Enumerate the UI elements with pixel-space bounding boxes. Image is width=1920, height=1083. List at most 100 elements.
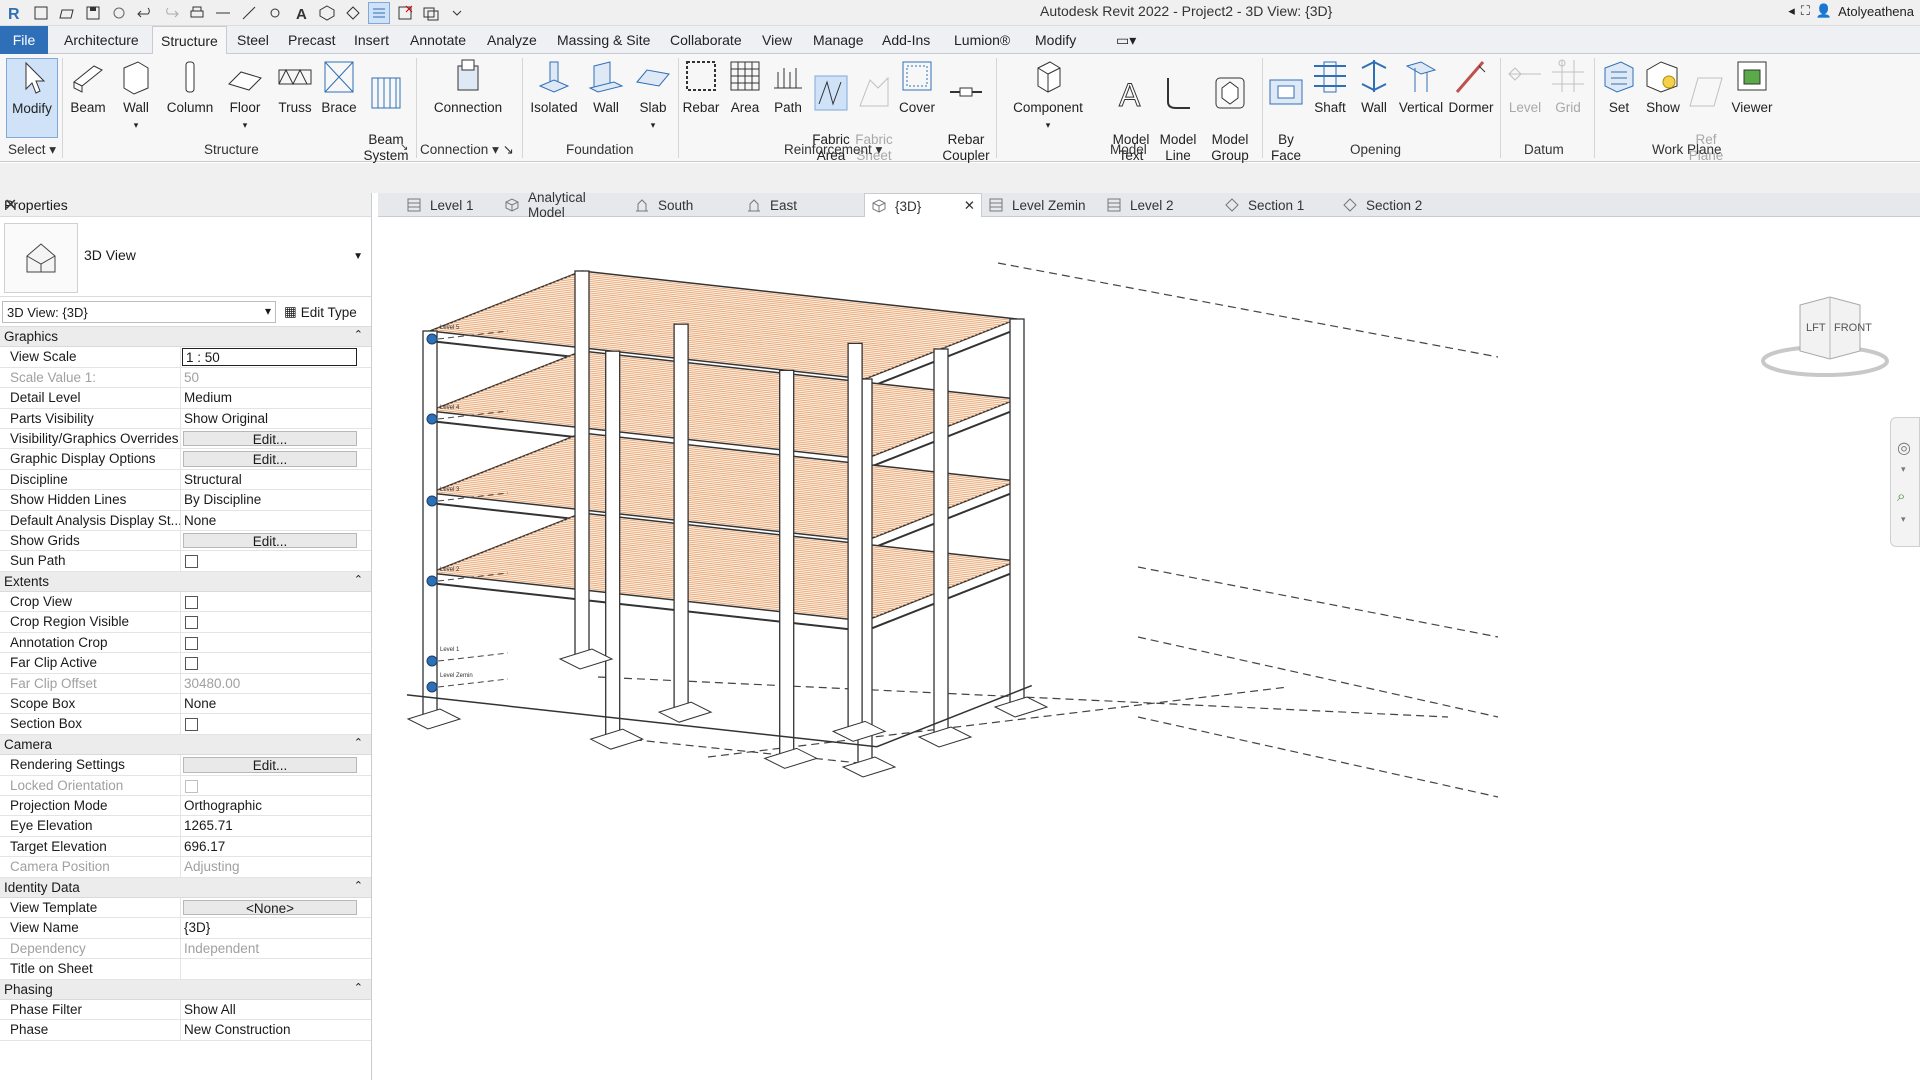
print-icon[interactable] xyxy=(186,2,208,24)
close-icon[interactable]: ✕ xyxy=(4,195,365,215)
tab-collaborate[interactable]: Collaborate xyxy=(662,26,750,54)
view-tab[interactable]: Level 1 xyxy=(400,193,496,217)
property-value[interactable] xyxy=(181,653,371,672)
slab-button[interactable]: Slab ▾ xyxy=(630,58,676,133)
tab-precast[interactable]: Precast xyxy=(280,26,343,54)
property-value[interactable]: None xyxy=(181,511,371,530)
property-group-header[interactable]: Camera ⌃ xyxy=(0,734,371,756)
collapse-icon[interactable]: ⌃ xyxy=(354,573,363,586)
property-value[interactable]: New Construction xyxy=(181,1020,371,1039)
shaft-button[interactable]: Shaft xyxy=(1308,58,1352,116)
model-line-button[interactable]: Model Line xyxy=(1156,58,1200,164)
tab-insert[interactable]: Insert xyxy=(346,26,397,54)
view-tab[interactable]: Analytical Model xyxy=(498,190,626,220)
property-value[interactable]: Show All xyxy=(181,1000,371,1019)
rebar-coupler-button[interactable]: Rebar Coupler xyxy=(940,58,992,164)
property-value[interactable]: None xyxy=(181,694,371,713)
property-edit-button[interactable]: <None> xyxy=(183,899,357,916)
view-tab[interactable]: Level Zemin xyxy=(982,193,1098,217)
view-tab[interactable]: Section 2 xyxy=(1336,193,1452,217)
structural-model-3d[interactable]: Level 5 Level 4 Level 3 Level 2 Level 1 Level… xyxy=(378,217,1920,1080)
thin-lines-icon[interactable] xyxy=(368,2,390,24)
viewer-button[interactable]: Viewer xyxy=(1728,58,1776,116)
redo-icon[interactable] xyxy=(160,2,182,24)
viewcube-left-face[interactable]: LFT xyxy=(1806,322,1826,334)
property-input[interactable]: 1 : 50 xyxy=(182,348,357,366)
cover-button[interactable]: Cover xyxy=(896,58,938,116)
home-icon[interactable] xyxy=(30,2,52,24)
floor-button[interactable]: Floor ▾ xyxy=(222,58,268,133)
instance-selector[interactable]: 3D View: {3D} xyxy=(2,301,276,323)
view-tab[interactable]: Level 2 xyxy=(1100,193,1216,217)
collapse-icon[interactable]: ⌃ xyxy=(354,981,363,994)
property-value[interactable] xyxy=(181,959,371,978)
set-button[interactable]: Set xyxy=(1598,58,1640,116)
property-value[interactable] xyxy=(181,612,371,631)
dialog-launcher-icon[interactable]: ↘ xyxy=(400,142,408,153)
model-group-button[interactable]: Model Group xyxy=(1204,58,1256,164)
property-value[interactable]: {3D} xyxy=(181,918,371,937)
tab-massing-site[interactable]: Massing & Site xyxy=(549,26,658,54)
chevron-left-icon[interactable]: ◂ xyxy=(1788,3,1795,19)
tag-icon[interactable] xyxy=(264,2,286,24)
default-3d-view-icon[interactable] xyxy=(316,2,338,24)
collapse-icon[interactable]: ⌃ xyxy=(354,328,363,341)
view-tab[interactable]: East xyxy=(740,193,862,217)
property-value[interactable] xyxy=(181,551,371,570)
section-icon[interactable] xyxy=(342,2,364,24)
close-hidden-icon[interactable] xyxy=(394,2,416,24)
vertical-button[interactable]: Vertical xyxy=(1396,58,1446,116)
property-checkbox[interactable] xyxy=(185,616,198,630)
panel-select-label[interactable]: Select ▾ xyxy=(8,142,56,158)
modify-button[interactable]: Modify xyxy=(6,58,58,138)
save-icon[interactable] xyxy=(82,2,104,24)
property-value[interactable]: 1265.71 xyxy=(181,816,371,835)
foundation-wall-button[interactable]: Wall xyxy=(584,58,628,116)
property-edit-button[interactable]: Edit... xyxy=(183,451,357,467)
undo-icon[interactable] xyxy=(134,2,156,24)
property-group-header[interactable]: Identity Data ⌃ xyxy=(0,877,371,898)
wall-opening-button[interactable]: Wall xyxy=(1354,58,1394,116)
edit-type-button[interactable]: ▦ Edit Type xyxy=(284,301,357,323)
brace-button[interactable]: Brace xyxy=(318,58,360,116)
text-icon[interactable]: A xyxy=(290,2,312,24)
open-icon[interactable] xyxy=(56,2,78,24)
tab-manage[interactable]: Manage xyxy=(805,26,872,54)
level-button[interactable]: Level xyxy=(1504,58,1546,116)
close-tab-icon[interactable]: ✕ xyxy=(964,198,975,214)
panel-reinforcement-label[interactable]: Reinforcement ▾ xyxy=(784,142,882,158)
property-group-header[interactable]: Phasing ⌃ xyxy=(0,979,371,1000)
dormer-button[interactable]: Dormer xyxy=(1446,58,1496,116)
property-value[interactable]: Medium xyxy=(181,388,371,407)
column-button[interactable]: Column xyxy=(162,58,218,116)
isolated-button[interactable]: Isolated xyxy=(528,58,580,116)
contextual-tab-dropdown-icon[interactable]: ▭▾ xyxy=(1108,26,1144,54)
property-value[interactable] xyxy=(181,633,371,652)
measure-icon[interactable] xyxy=(212,2,234,24)
component-button[interactable]: Component ▾ xyxy=(1004,58,1092,133)
revit-logo-icon[interactable]: R xyxy=(4,2,26,24)
customize-qat-icon[interactable] xyxy=(446,2,468,24)
property-group-header[interactable]: Extents ⌃ xyxy=(0,571,371,593)
chevron-down-icon[interactable]: ▾ xyxy=(1901,514,1906,525)
collapse-icon[interactable]: ⌃ xyxy=(354,736,363,749)
collapse-icon[interactable]: ⌃ xyxy=(354,879,363,892)
tab-architecture[interactable]: Architecture xyxy=(56,26,147,54)
property-checkbox[interactable] xyxy=(185,555,198,569)
connection-button[interactable]: Connection xyxy=(428,58,508,116)
steering-wheel-icon[interactable]: ◎ xyxy=(1897,438,1911,458)
property-value[interactable] xyxy=(181,714,371,733)
switch-windows-icon[interactable] xyxy=(420,2,442,24)
rebar-button[interactable]: Rebar xyxy=(680,58,722,116)
viewcube-front-face[interactable]: FRONT xyxy=(1834,322,1872,334)
beam-button[interactable]: Beam xyxy=(66,58,110,116)
user-name[interactable]: Atolyeathena xyxy=(1838,4,1914,19)
property-value[interactable]: Structural xyxy=(181,470,371,489)
tab-analyze[interactable]: Analyze xyxy=(479,26,545,54)
by-face-button[interactable]: By Face xyxy=(1266,58,1306,164)
tab-add-ins[interactable]: Add-Ins xyxy=(874,26,938,54)
area-button[interactable]: Area xyxy=(724,58,766,116)
path-button[interactable]: Path xyxy=(768,58,808,116)
show-button[interactable]: Show xyxy=(1642,58,1684,116)
truss-button[interactable]: Truss xyxy=(272,58,318,116)
